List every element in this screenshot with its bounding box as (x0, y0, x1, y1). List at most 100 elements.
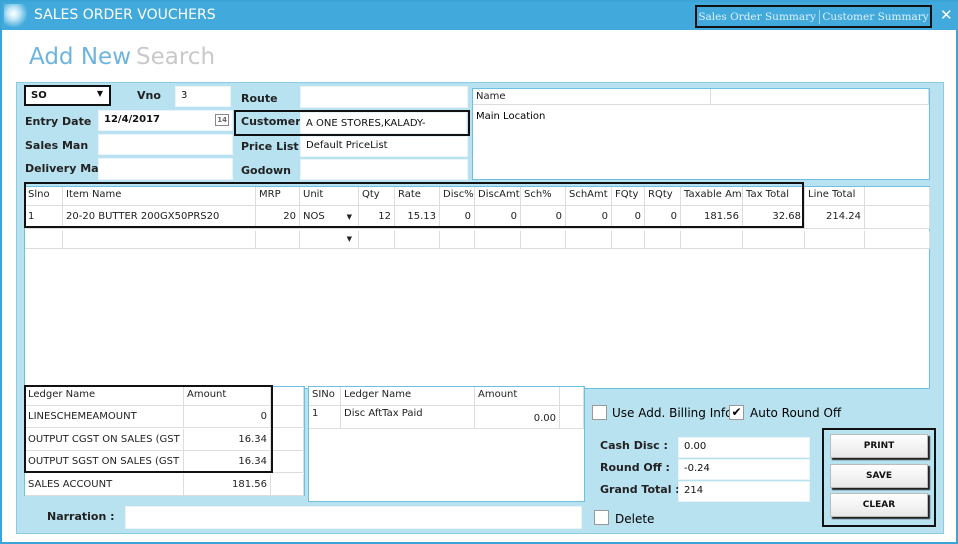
customer-label: Customer (241, 115, 301, 128)
ledger-cell (271, 406, 304, 428)
close-icon[interactable]: ✕ (940, 6, 953, 24)
item-cell[interactable]: 0 (521, 206, 566, 229)
item-cell[interactable]: 181.56 (681, 206, 743, 229)
window-title: SALES ORDER VOUCHERS (34, 7, 216, 23)
new-row-cell[interactable] (395, 231, 440, 249)
cash-disc-label: Cash Disc : (600, 439, 668, 452)
item-cell[interactable]: 0 (645, 206, 681, 229)
delivery-man-label: Delivery Man (25, 162, 107, 175)
search-tab[interactable]: Search (136, 44, 215, 70)
ledger-cell[interactable]: 0.00 (475, 406, 560, 429)
ledger-cell (271, 473, 304, 496)
new-row-cell[interactable] (865, 231, 930, 249)
godown-label: Godown (241, 164, 292, 177)
voucher-type-value: SO (31, 90, 47, 101)
vno-label: Vno (137, 89, 161, 102)
clear-button[interactable]: CLEAR (830, 493, 928, 517)
new-row-cell[interactable] (25, 231, 63, 249)
route-input[interactable] (300, 86, 468, 108)
item-cell[interactable]: 32.68 (743, 206, 805, 229)
column-header-qty: Qty (359, 187, 395, 206)
ledger-column-header: Amount (475, 387, 560, 406)
print-button[interactable]: PRINT (830, 434, 928, 458)
new-row-cell[interactable] (645, 231, 681, 249)
item-cell[interactable]: 0 (566, 206, 612, 229)
column-header-rate: Rate (395, 187, 440, 206)
column-header (711, 89, 929, 105)
ledger-cell[interactable]: OUTPUT SGST ON SALES (GST 18 (25, 451, 184, 473)
app-logo-icon (4, 4, 28, 28)
sales-man-input[interactable] (98, 134, 233, 155)
item-cell[interactable]: 1 (25, 206, 63, 229)
use-billing-checkbox[interactable] (592, 405, 607, 420)
ledger-cell[interactable]: 0 (184, 406, 271, 428)
chevron-down-icon[interactable]: ▼ (347, 213, 352, 221)
new-row-cell[interactable] (256, 231, 300, 249)
new-row-cell[interactable] (521, 231, 566, 249)
grand-total-input[interactable]: 214 (678, 481, 810, 502)
item-cell[interactable]: 12 (359, 206, 395, 229)
column-header (560, 387, 584, 406)
new-row-cell[interactable] (743, 231, 805, 249)
new-row-cell[interactable] (440, 231, 475, 249)
item-cell[interactable]: 0 (440, 206, 475, 229)
calendar-icon[interactable]: 14 (215, 114, 229, 126)
customer-summary-link[interactable]: Customer Summary (822, 11, 928, 23)
round-off-input[interactable]: -0.24 (678, 459, 810, 480)
item-cell[interactable]: NOS ▼ (300, 206, 359, 229)
column-header-unit: Unit (300, 187, 359, 206)
vno-input[interactable]: 3 (175, 86, 231, 107)
sales-order-summary-link[interactable]: Sales Order Summary (698, 11, 816, 23)
location-item[interactable]: Main Location (476, 111, 545, 122)
column-header-tax-total: Tax Total (743, 187, 805, 206)
chevron-down-icon: ▼ (96, 89, 103, 98)
narration-input[interactable] (125, 506, 582, 529)
new-row-cell[interactable]: ▼ (300, 231, 359, 249)
item-cell[interactable]: 214.24 (805, 206, 865, 229)
chevron-down-icon[interactable]: ▼ (347, 235, 352, 243)
item-cell[interactable]: 20-20 BUTTER 200GX50PRS20 (63, 206, 256, 229)
use-billing-label: Use Add. Billing Info (612, 406, 733, 420)
auto-round-checkbox[interactable]: ✔ (729, 405, 744, 420)
add-new-tab[interactable]: Add New (29, 44, 131, 70)
price-list-input[interactable]: Default PriceList (300, 136, 468, 157)
delete-checkbox[interactable] (594, 510, 609, 525)
column-header-schamt: SchAmt (566, 187, 612, 206)
delete-label: Delete (615, 512, 655, 526)
ledger-cell[interactable]: 16.34 (184, 451, 271, 473)
ledger-cell[interactable]: SALES ACCOUNT (25, 473, 184, 496)
ledger-cell[interactable]: 16.34 (184, 428, 271, 451)
item-cell[interactable]: 0 (475, 206, 521, 229)
new-row-cell[interactable] (612, 231, 645, 249)
ledger-cell[interactable]: 181.56 (184, 473, 271, 496)
new-row-cell[interactable] (566, 231, 612, 249)
save-button[interactable]: SAVE (830, 464, 928, 488)
ledger-cell[interactable]: LINESCHEMEAMOUNT (25, 406, 184, 428)
column-header (865, 187, 930, 206)
voucher-type-select[interactable]: SO ▼ (24, 85, 111, 106)
customer-input[interactable]: A ONE STORES,KALADY- (300, 112, 467, 134)
grand-total-label: Grand Total : (600, 483, 680, 496)
entry-date-picker[interactable]: 12/4/2017 14 (98, 110, 233, 131)
entry-date-label: Entry Date (25, 115, 92, 128)
new-row-cell[interactable] (359, 231, 395, 249)
new-row-cell[interactable] (63, 231, 256, 249)
cash-disc-input[interactable]: 0.00 (678, 437, 810, 458)
new-row-cell[interactable] (805, 231, 865, 249)
round-off-label: Round Off : (600, 461, 670, 474)
new-row-cell[interactable] (475, 231, 521, 249)
item-cell[interactable]: 15.13 (395, 206, 440, 229)
ledger-cell[interactable]: 1 (309, 406, 341, 429)
route-label: Route (241, 92, 278, 105)
new-row-cell[interactable] (681, 231, 743, 249)
item-cell[interactable] (865, 206, 930, 229)
godown-input[interactable] (300, 159, 468, 180)
ledger-cell[interactable]: Disc AftTax Paid (341, 406, 475, 429)
column-header-item-name: Item Name (63, 187, 256, 206)
item-cell[interactable]: 20 (256, 206, 300, 229)
sales-man-label: Sales Man (25, 139, 89, 152)
item-cell[interactable]: 0 (612, 206, 645, 229)
ledger-cell[interactable]: OUTPUT CGST ON SALES (GST 18 (25, 428, 184, 451)
column-header-fqty: FQty (612, 187, 645, 206)
delivery-man-input[interactable] (98, 158, 233, 180)
